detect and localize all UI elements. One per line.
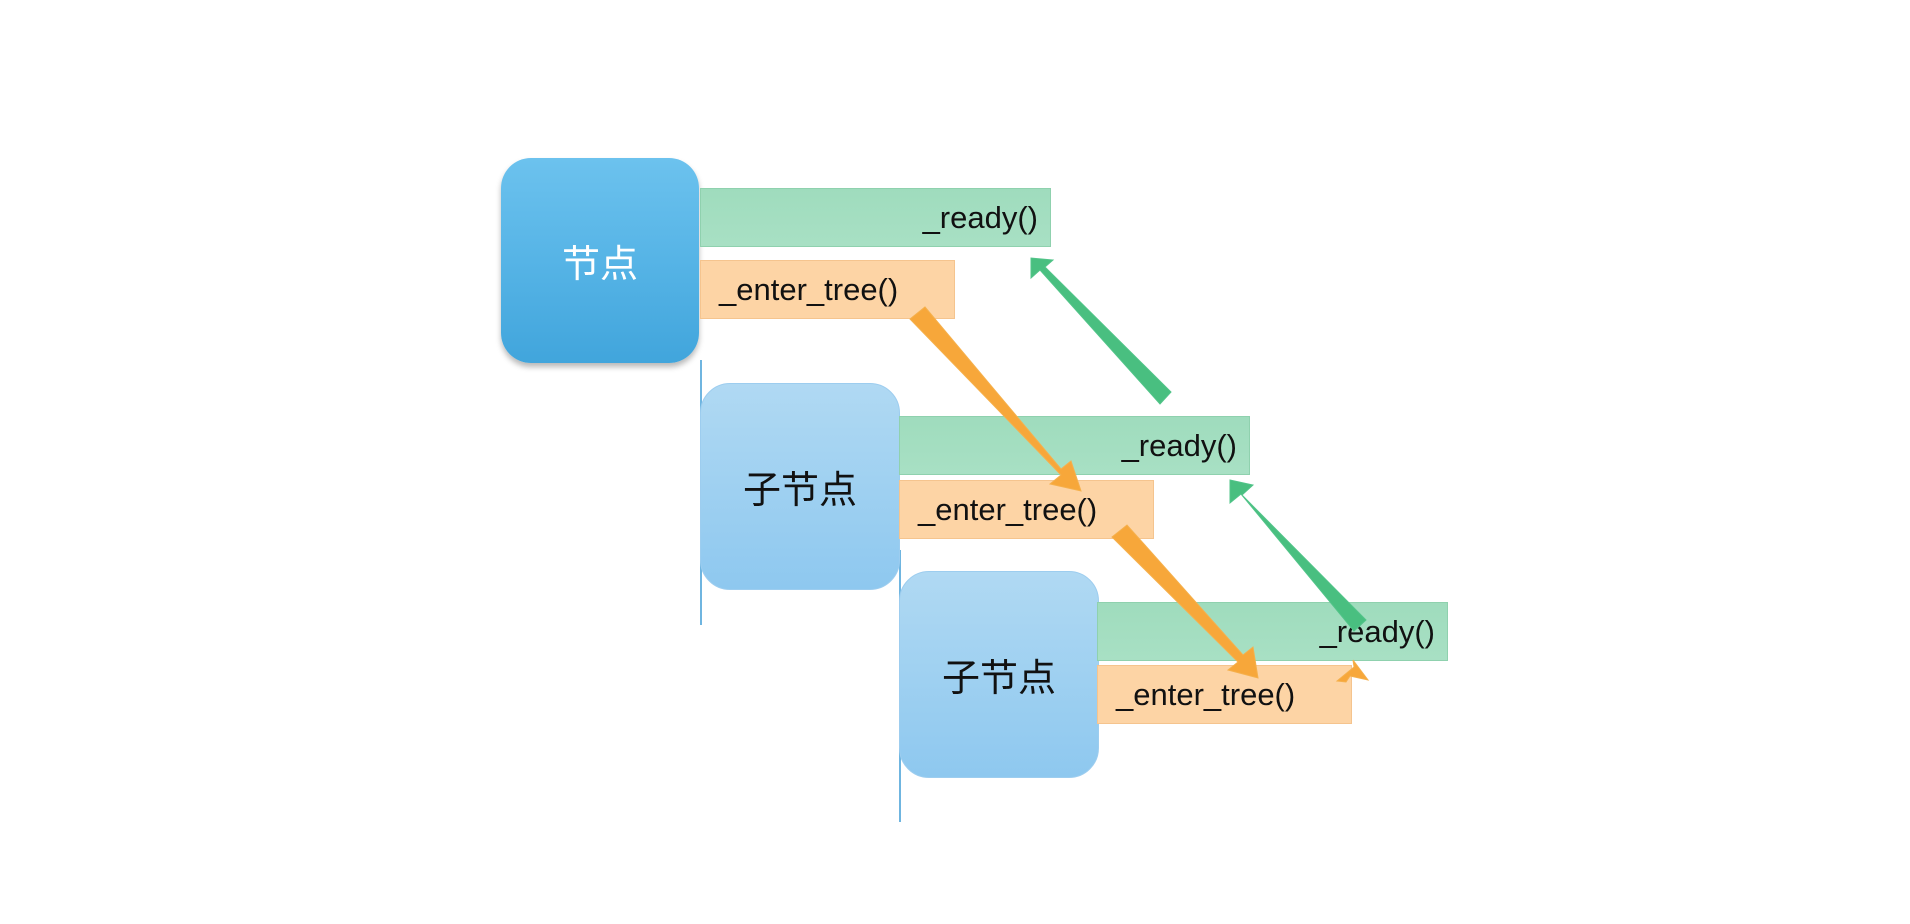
child-1-ready-label: _ready(): [1121, 427, 1237, 463]
child-1-enter-tree-label: _enter_tree(): [918, 491, 1098, 527]
child-2-ready-label: _ready(): [1319, 613, 1435, 649]
child-2-enter-tree-label: _enter_tree(): [1116, 676, 1296, 712]
root-enter-tree-bar: _enter_tree(): [700, 260, 955, 319]
child-node-1-label: 子节点: [742, 468, 857, 512]
child-2-enter-tree-bar: _enter_tree(): [1097, 665, 1352, 724]
root-ready-bar: _ready(): [700, 188, 1051, 247]
child-1-enter-tree-bar: _enter_tree(): [899, 480, 1154, 539]
root-enter-tree-label: _enter_tree(): [719, 271, 899, 307]
child-1-ready-bar: _ready(): [899, 416, 1250, 475]
node-lifecycle-diagram: 节点 _ready() _enter_tree() 子节点 _ready() _…: [0, 0, 1910, 924]
up-arrow-child-1-to-root: [1030, 257, 1172, 405]
root-node: 节点: [501, 158, 699, 363]
root-node-label: 节点: [561, 242, 638, 286]
root-ready-label: _ready(): [922, 199, 1038, 235]
child-node-1: 子节点: [700, 383, 900, 590]
child-node-2: 子节点: [899, 571, 1099, 778]
child-node-2-label: 子节点: [941, 656, 1056, 700]
child-2-ready-bar: _ready(): [1097, 602, 1448, 661]
